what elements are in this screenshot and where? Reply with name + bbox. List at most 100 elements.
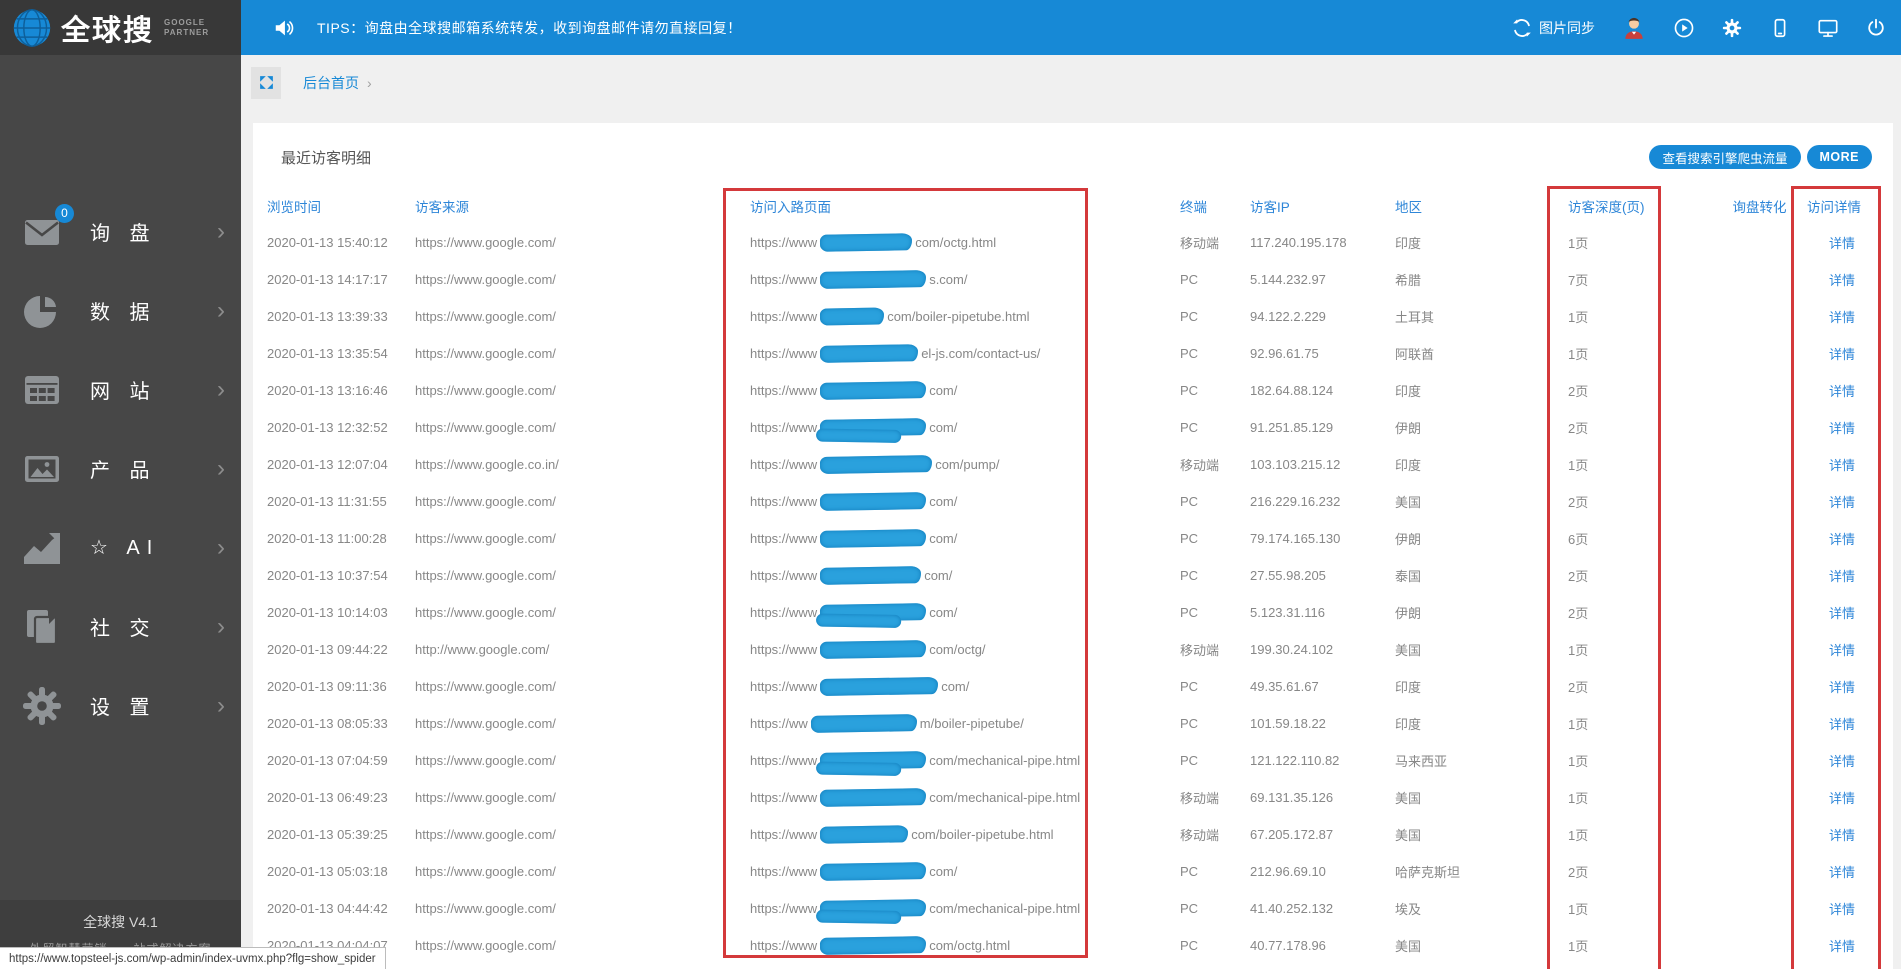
breadcrumb-home[interactable]: 后台首页: [303, 73, 359, 93]
cell-region: 美国: [1395, 939, 1422, 954]
detail-link[interactable]: 详情: [1807, 603, 1877, 622]
detail-link[interactable]: 详情: [1807, 677, 1877, 696]
sidebar-item-website[interactable]: 网 站 ›: [0, 350, 241, 429]
cell-visitor-source: https://www.google.com/: [415, 864, 556, 879]
cell-visit-time: 2020-01-13 05:03:18: [267, 864, 388, 879]
detail-link[interactable]: 详情: [1807, 344, 1877, 363]
cell-region: 印度: [1395, 236, 1422, 251]
sidebar-item-ai[interactable]: ☆ AI ›: [0, 508, 241, 587]
detail-link[interactable]: 详情: [1807, 233, 1877, 252]
detail-link[interactable]: 详情: [1807, 936, 1877, 955]
cell-visitor-source: https://www.google.com/: [415, 568, 556, 583]
table-body: 2020-01-13 15:40:12 https://www.google.c…: [267, 224, 1893, 964]
user-account-censored[interactable]: [0, 55, 241, 170]
image-sync-label: 图片同步: [1539, 19, 1595, 36]
column-header: 浏览时间: [267, 199, 321, 215]
mobile-preview-button[interactable]: [1769, 17, 1791, 39]
table-row: 2020-01-13 12:32:52 https://www.google.c…: [267, 409, 1893, 446]
detail-link[interactable]: 详情: [1807, 788, 1877, 807]
detail-link[interactable]: 详情: [1807, 862, 1877, 881]
cell-visitor-source: https://www.google.com/: [415, 679, 556, 694]
user-avatar[interactable]: [1621, 15, 1647, 41]
sidebar-item-products[interactable]: 产 品 ›: [0, 429, 241, 508]
view-spider-traffic-button[interactable]: 查看搜索引擎爬虫流量: [1649, 145, 1801, 169]
censor-scribble: [820, 862, 927, 881]
avatar-icon: [1625, 17, 1643, 39]
entry-url-prefix: https://www: [750, 605, 818, 620]
desktop-preview-button[interactable]: [1817, 17, 1839, 39]
sidebar-item-settings[interactable]: 设 置 ›: [0, 666, 241, 745]
globe-logo-icon: [13, 8, 51, 47]
detail-link[interactable]: 详情: [1807, 529, 1877, 548]
column-header: 访问详情: [1807, 199, 1861, 215]
column-header: 终端: [1180, 199, 1207, 215]
column-header: 地区: [1395, 199, 1422, 215]
table-row: 2020-01-13 13:16:46 https://www.google.c…: [267, 372, 1893, 409]
detail-link[interactable]: 详情: [1807, 418, 1877, 437]
play-circle-icon: [1674, 18, 1694, 37]
sidebar-item-inquiry[interactable]: 0 询 盘 ›: [0, 192, 241, 271]
detail-link[interactable]: 详情: [1807, 381, 1877, 400]
entry-url-prefix: https://www: [750, 790, 818, 805]
table-row: 2020-01-13 13:35:54 https://www.google.c…: [267, 335, 1893, 372]
detail-link[interactable]: 详情: [1807, 270, 1877, 289]
detail-link[interactable]: 详情: [1807, 714, 1877, 733]
cell-visitor-source: https://www.google.com/: [415, 605, 556, 620]
table-row: 2020-01-13 12:07:04 https://www.google.c…: [267, 446, 1893, 483]
cell-visit-depth: 6页: [1568, 532, 1589, 547]
cell-terminal: PC: [1180, 753, 1199, 768]
cell-terminal: PC: [1180, 272, 1199, 287]
cell-visit-time: 2020-01-13 12:32:52: [267, 420, 388, 435]
entry-url-prefix: https://www: [750, 531, 818, 546]
detail-link[interactable]: 详情: [1807, 640, 1877, 659]
cell-visitor-ip: 91.251.85.129: [1250, 420, 1334, 435]
cell-visitor-ip: 212.96.69.10: [1250, 864, 1326, 879]
entry-url-suffix: com/boiler-pipetube.html: [887, 309, 1030, 324]
image-sync-button[interactable]: 图片同步: [1511, 17, 1595, 39]
panel-actions: 查看搜索引擎爬虫流量 MORE: [1649, 145, 1872, 169]
entry-url-prefix: https://www: [750, 272, 818, 287]
sidebar-item-social[interactable]: 社 交 ›: [0, 587, 241, 666]
sidebar-item-data[interactable]: 数 据 ›: [0, 271, 241, 350]
cell-entry-page: https://www com/: [750, 418, 1180, 437]
cell-visitor-source: https://www.google.com/: [415, 494, 556, 509]
detail-link[interactable]: 详情: [1807, 751, 1877, 770]
detail-link[interactable]: 详情: [1807, 899, 1877, 918]
entry-url-prefix: https://www: [750, 679, 818, 694]
detail-link[interactable]: 详情: [1807, 307, 1877, 326]
logo-subtext: GOOGLE PARTNER: [164, 17, 210, 37]
gear-icon: [1722, 18, 1742, 37]
detail-link[interactable]: 详情: [1807, 492, 1877, 511]
cell-visitor-source: https://www.google.com/: [415, 827, 556, 842]
play-button[interactable]: [1673, 17, 1695, 39]
table-row: 2020-01-13 04:44:42 https://www.google.c…: [267, 890, 1893, 927]
app-logo[interactable]: 全球搜 GOOGLE PARTNER: [0, 0, 241, 55]
detail-link[interactable]: 详情: [1807, 566, 1877, 585]
censor-scribble: [820, 640, 927, 659]
cell-visitor-ip: 69.131.35.126: [1250, 790, 1334, 805]
entry-url-prefix: https://www: [750, 753, 818, 768]
detail-link[interactable]: 详情: [1807, 825, 1877, 844]
censor-scribble: [820, 825, 909, 844]
entry-url-suffix: m/boiler-pipetube/: [919, 716, 1024, 731]
mail-icon: 0: [22, 203, 74, 252]
cell-visit-time: 2020-01-13 12:07:04: [267, 457, 388, 472]
detail-link[interactable]: 详情: [1807, 455, 1877, 474]
censor-scribble: [820, 344, 919, 363]
cell-entry-page: https://www com/: [750, 492, 1180, 511]
cell-visitor-ip: 182.64.88.124: [1250, 383, 1334, 398]
cell-visit-depth: 1页: [1568, 236, 1589, 251]
fullscreen-toggle-button[interactable]: [251, 66, 281, 99]
logout-button[interactable]: [1865, 17, 1887, 39]
settings-button[interactable]: [1721, 17, 1743, 39]
expand-icon: [259, 76, 273, 89]
cell-region: 印度: [1395, 384, 1422, 399]
cell-visit-time: 2020-01-13 10:37:54: [267, 568, 388, 583]
sidebar-menu: 0 询 盘 › 数 据 › 网 站 › 产 品 › ☆ AI › 社 交 › 设…: [0, 170, 241, 745]
more-button[interactable]: MORE: [1806, 145, 1872, 169]
entry-url-suffix: com/octg.html: [929, 938, 1011, 953]
cell-visitor-ip: 121.122.110.82: [1250, 753, 1340, 768]
table-row: 2020-01-13 08:05:33 https://www.google.c…: [267, 705, 1893, 742]
cell-visit-depth: 2页: [1568, 680, 1589, 695]
cell-visit-depth: 2页: [1568, 495, 1589, 510]
